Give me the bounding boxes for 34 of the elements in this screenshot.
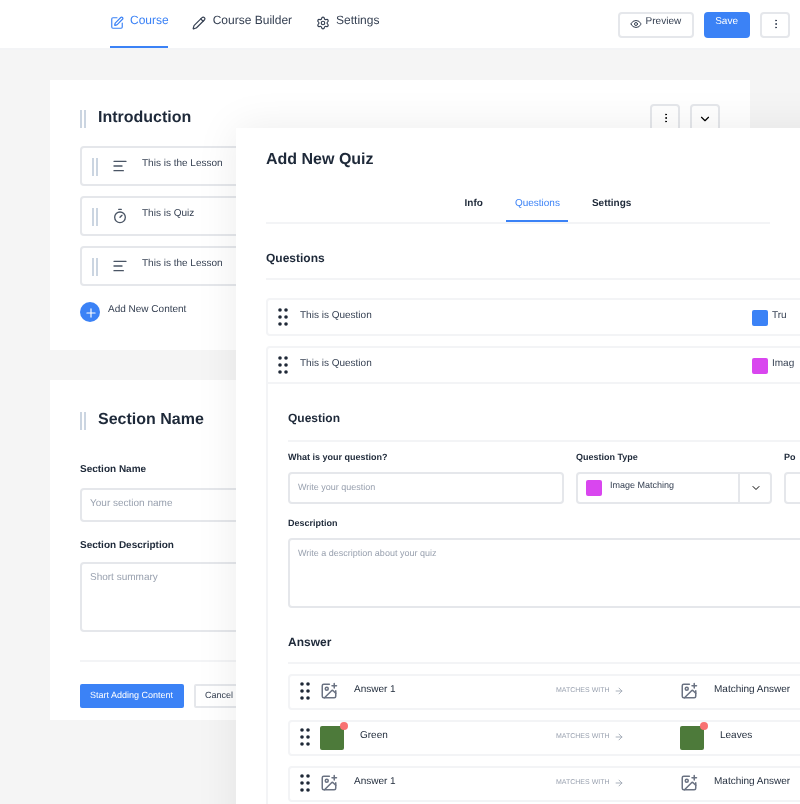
drag-handle-icon[interactable] bbox=[80, 109, 86, 127]
drag-handle-icon[interactable] bbox=[92, 157, 98, 175]
chevron-down-icon bbox=[749, 481, 761, 494]
points-field[interactable] bbox=[784, 471, 800, 504]
drag-handle-icon[interactable] bbox=[300, 774, 310, 792]
image-matching-icon bbox=[586, 479, 602, 496]
pencil-icon bbox=[192, 16, 207, 30]
image-add-icon[interactable] bbox=[680, 682, 698, 700]
modal-title: Add New Quiz bbox=[266, 148, 376, 172]
arrow-right-icon bbox=[613, 686, 624, 696]
drag-handle-icon[interactable] bbox=[92, 207, 98, 225]
timer-icon bbox=[112, 208, 128, 224]
drag-handle-icon[interactable] bbox=[92, 257, 98, 275]
remove-badge-icon[interactable] bbox=[340, 721, 348, 729]
image-add-icon[interactable] bbox=[320, 682, 338, 700]
image-add-icon[interactable] bbox=[680, 774, 698, 792]
settings-icon bbox=[316, 16, 331, 30]
chevron-down-icon bbox=[698, 111, 712, 125]
edit-icon bbox=[110, 16, 124, 30]
section-title: Introduction bbox=[98, 106, 192, 130]
remove-badge-icon[interactable] bbox=[700, 721, 708, 729]
plus-icon bbox=[80, 302, 100, 322]
drag-handle-icon[interactable] bbox=[278, 356, 288, 374]
drag-handle-icon[interactable] bbox=[300, 682, 310, 700]
drag-handle-icon[interactable] bbox=[300, 728, 310, 746]
drag-handle-icon[interactable] bbox=[278, 308, 288, 326]
arrow-right-icon bbox=[613, 732, 624, 742]
eye-icon bbox=[629, 18, 642, 30]
image-add-icon[interactable] bbox=[320, 774, 338, 792]
drag-handle-icon[interactable] bbox=[80, 411, 86, 429]
lesson-icon bbox=[112, 258, 128, 274]
arrow-right-icon bbox=[613, 778, 624, 788]
section-title: Section Name bbox=[98, 408, 204, 432]
lesson-icon bbox=[112, 158, 128, 174]
